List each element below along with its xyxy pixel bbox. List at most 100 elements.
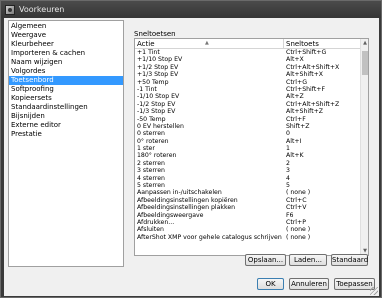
shortcut-cell[interactable]: Ctrl+Alt+Shift+X (284, 64, 362, 71)
shortcut-cell[interactable]: Alt+Shift+X (284, 71, 362, 78)
table-row[interactable]: -1 Tint Ctrl+Shift+F (135, 86, 362, 93)
sidebar-item[interactable]: Importeren & cachen (9, 49, 123, 58)
vertical-scrollbar[interactable]: ▲ ▼ (360, 39, 368, 255)
table-row[interactable]: Aanpassen in-/uitschakelen ( none ) (135, 189, 362, 196)
shortcut-cell[interactable]: Alt+X (284, 56, 362, 63)
shortcut-cell[interactable]: Ctrl+G (284, 79, 362, 86)
action-cell: +1/2 Stop EV (137, 63, 179, 71)
table-row[interactable]: 2 sterren 2 (135, 160, 362, 167)
scroll-up-arrow-icon[interactable]: ▲ (361, 39, 368, 47)
shortcut-cell[interactable]: F6 (284, 212, 362, 219)
table-row[interactable]: Afdrukken... Ctrl+P (135, 219, 362, 226)
shortcut-cell[interactable]: Ctrl+P (284, 219, 362, 226)
sidebar-item[interactable]: Algemeen (9, 22, 123, 31)
shortcut-cell[interactable]: 2 (284, 160, 362, 167)
table-row[interactable]: Afbeeldingsinstellingen plakken Ctrl+V (135, 204, 362, 211)
table-row[interactable]: +1/10 Stop EV Alt+X (135, 56, 362, 63)
shortcut-cell[interactable]: Ctrl+V (284, 204, 362, 211)
shortcuts-table[interactable]: Actie ▲ Sneltoets +1 Tint Ctrl+Shift+G +1/… (134, 38, 369, 256)
action-cell: +1/3 Stop EV (137, 71, 179, 79)
table-row[interactable]: 3 sterren 3 (135, 167, 362, 174)
window-title: Voorkeuren (19, 5, 65, 14)
action-cell: Afbeeldingsinstellingen kopiëren (137, 196, 238, 204)
sidebar-item[interactable]: Toetsenbord (9, 76, 123, 85)
table-row[interactable]: AfterShot XMP voor gehele catalogus schr… (135, 234, 362, 241)
shortcut-cell[interactable]: Alt+K (284, 152, 362, 159)
table-header: Actie ▲ Sneltoets (135, 39, 368, 49)
app-icon (5, 4, 15, 15)
shortcut-cell[interactable]: ( none ) (284, 234, 362, 241)
shortcut-cell[interactable]: ( none ) (284, 189, 362, 196)
action-cell: -1/10 Stop EV (137, 93, 180, 101)
action-cell: Aanpassen in-/uitschakelen (137, 189, 222, 197)
shortcut-cell[interactable]: 1 (284, 145, 362, 152)
shortcut-cell[interactable]: Ctrl+Alt+Shift+Z (284, 101, 362, 108)
table-row[interactable]: 1 ster 1 (135, 145, 362, 152)
shortcut-cell[interactable]: 4 (284, 175, 362, 182)
table-row[interactable]: Afbeeldingsinstellingen kopiëren Ctrl+C (135, 197, 362, 204)
action-cell: 3 sterren (137, 167, 165, 175)
shortcut-cell[interactable]: Ctrl+Shift+F (284, 86, 362, 93)
sidebar-item[interactable]: Kopieersets (9, 94, 123, 103)
table-row[interactable]: Afsluiten ( none ) (135, 226, 362, 233)
shortcut-cell[interactable]: Alt+Shift+Z (284, 108, 362, 115)
sidebar-item[interactable]: Naam wijzigen (9, 58, 123, 67)
shortcut-cell[interactable]: 5 (284, 182, 362, 189)
sidebar-item[interactable]: Volgordes (9, 67, 123, 76)
table-row[interactable]: 4 sterren 4 (135, 175, 362, 182)
action-cell: AfterShot XMP voor gehele catalogus schr… (137, 233, 282, 241)
sidebar-item[interactable]: Softproofing (9, 85, 123, 94)
table-row[interactable]: 5 sterren 5 (135, 182, 362, 189)
table-row[interactable]: +50 Temp Ctrl+G (135, 79, 362, 86)
sort-up-icon: ▲ (205, 40, 209, 46)
category-list[interactable]: Algemeen Weergave Kleurbeheer Importeren & … (8, 20, 124, 267)
table-row[interactable]: 0° roteren Alt+I (135, 138, 362, 145)
shortcut-cell[interactable]: ( none ) (284, 226, 362, 233)
apply-button[interactable]: Toepassen (334, 278, 375, 290)
shortcut-cell[interactable]: Ctrl+C (284, 197, 362, 204)
load-shortcuts-button[interactable]: Laden... (289, 254, 327, 266)
sidebar-item[interactable]: Externe editor (9, 121, 123, 130)
cancel-button[interactable]: Annuleren (289, 278, 329, 290)
action-cell: Afbeeldingsweergave (137, 211, 204, 219)
shortcut-cell[interactable]: Ctrl+Shift+G (284, 49, 362, 56)
ok-button[interactable]: OK (257, 278, 284, 290)
table-row[interactable]: 180° roteren Alt+K (135, 152, 362, 159)
action-cell: -1 Tint (137, 85, 157, 93)
table-row[interactable]: -1/2 Stop EV Ctrl+Alt+Shift+Z (135, 101, 362, 108)
title-bar[interactable]: Voorkeuren (1, 1, 381, 18)
sidebar-item[interactable]: Bijsnijden (9, 112, 123, 121)
action-cell: 0 sterren (137, 130, 165, 138)
shortcut-cell[interactable]: Alt+Z (284, 93, 362, 100)
shortcut-cell[interactable]: Ctrl+F (284, 116, 362, 123)
action-cell: 0° roteren (137, 137, 169, 145)
action-cell: -1/2 Stop EV (137, 100, 176, 108)
shortcut-cell[interactable]: Alt+I (284, 138, 362, 145)
sidebar-item[interactable]: Kleurbeheer (9, 40, 123, 49)
action-cell: +50 Temp (137, 78, 169, 86)
table-row[interactable]: -1/10 Stop EV Alt+Z (135, 93, 362, 100)
shortcut-cell[interactable]: Shift+Z (284, 123, 362, 130)
table-row[interactable]: +1/3 Stop EV Alt+Shift+X (135, 71, 362, 78)
sidebar-item[interactable]: Standaardinstellingen (9, 103, 123, 112)
column-header-shortcut[interactable]: Sneltoets (284, 39, 319, 48)
resize-grip-icon[interactable] (370, 287, 378, 295)
table-row[interactable]: +1 Tint Ctrl+Shift+G (135, 49, 362, 56)
shortcut-cell[interactable]: 3 (284, 167, 362, 174)
scroll-thumb[interactable] (362, 51, 368, 75)
table-row[interactable]: -50 Temp Ctrl+F (135, 116, 362, 123)
table-row[interactable]: 0 EV herstellen Shift+Z (135, 123, 362, 130)
table-row[interactable]: +1/2 Stop EV Ctrl+Alt+Shift+X (135, 64, 362, 71)
save-shortcuts-button[interactable]: Opslaan... (245, 254, 286, 266)
action-cell: Afsluiten (137, 226, 164, 234)
table-row[interactable]: -1/3 Stop EV Alt+Shift+Z (135, 108, 362, 115)
default-shortcuts-button[interactable]: Standaard (331, 254, 368, 266)
table-row[interactable]: 0 sterren 0 (135, 130, 362, 137)
column-header-action[interactable]: Actie ▲ (135, 39, 284, 48)
shortcut-cell[interactable]: 0 (284, 130, 362, 137)
action-cell: +1/10 Stop EV (137, 56, 183, 64)
dialog-body: Algemeen Weergave Kleurbeheer Importeren & … (4, 18, 379, 296)
table-row[interactable]: Afbeeldingsweergave F6 (135, 212, 362, 219)
sidebar-item[interactable]: Prestatie (9, 130, 123, 139)
sidebar-item[interactable]: Weergave (9, 31, 123, 40)
